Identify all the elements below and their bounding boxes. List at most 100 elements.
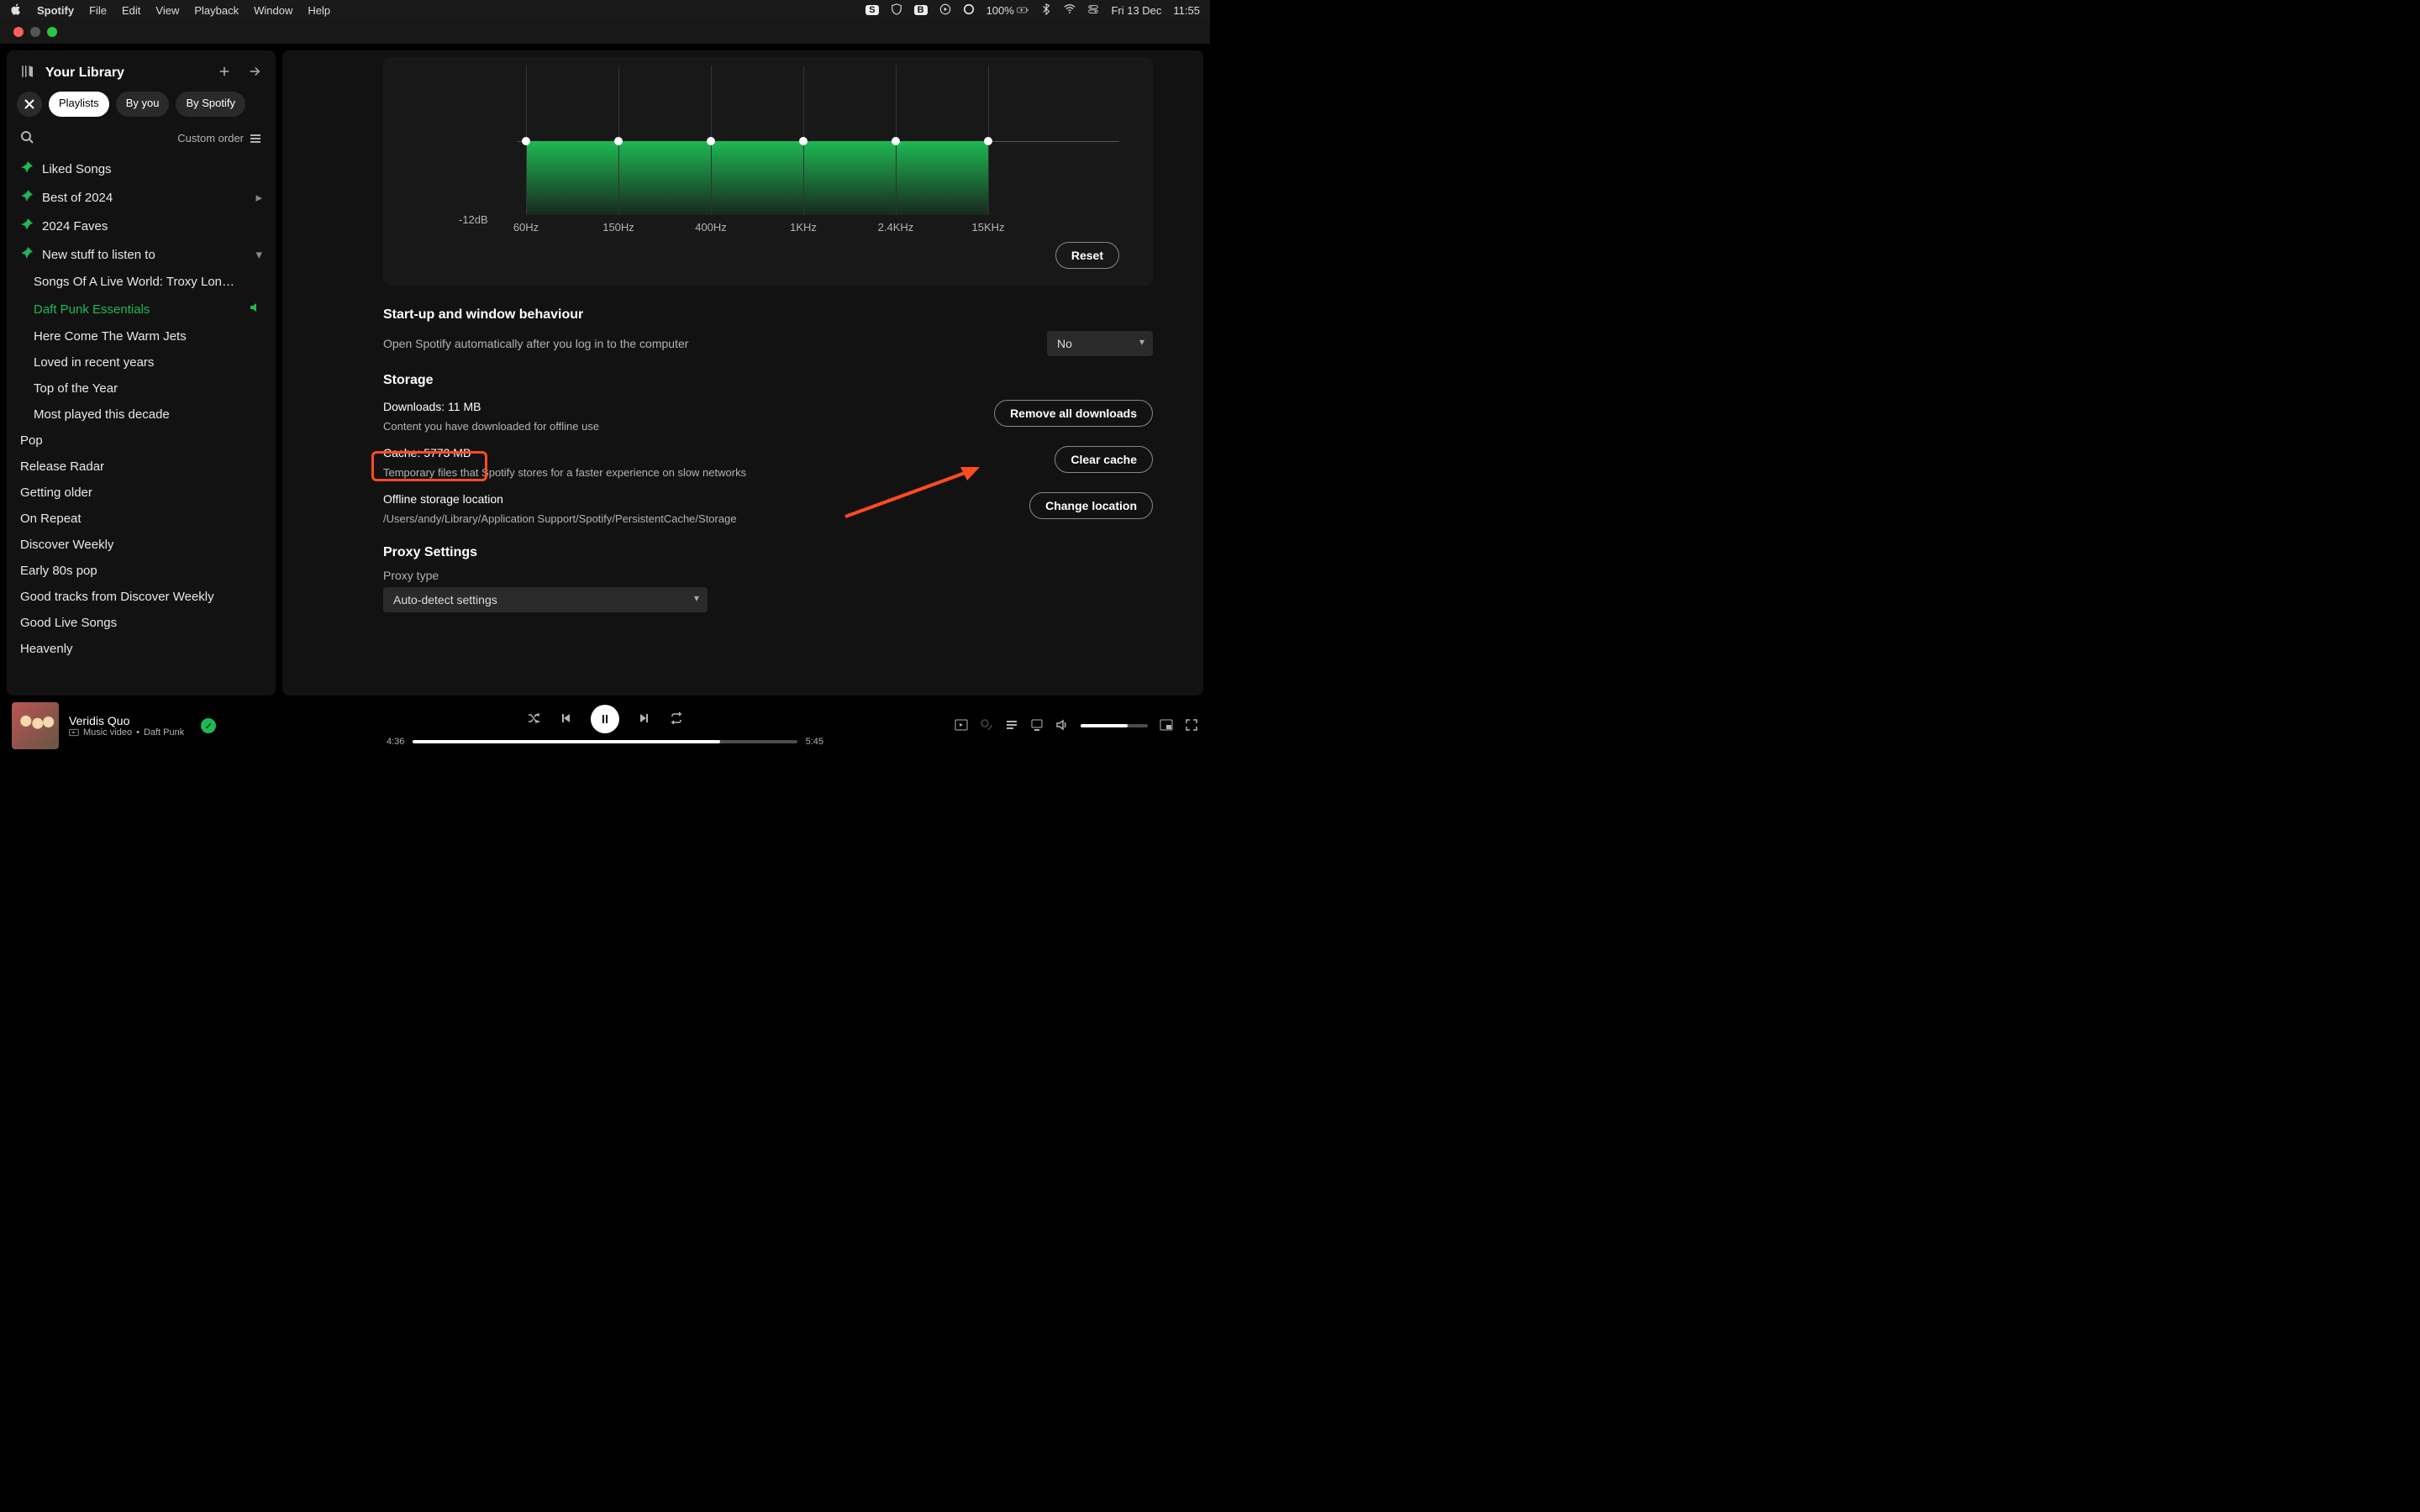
- next-button[interactable]: [638, 711, 651, 727]
- create-playlist-button[interactable]: [217, 64, 232, 81]
- sidebar-item-label: Most played this decade: [34, 407, 170, 422]
- menu-view[interactable]: View: [155, 4, 179, 17]
- music-video-icon: [69, 727, 79, 738]
- sidebar-item-label: On Repeat: [20, 512, 82, 526]
- library-list: Liked Songs Best of 2024▸ 2024 Faves New st…: [17, 155, 266, 696]
- sidebar-item[interactable]: Release Radar: [17, 454, 266, 480]
- search-library-button[interactable]: [20, 130, 34, 146]
- remove-downloads-button[interactable]: Remove all downloads: [994, 400, 1153, 427]
- eq-band-handle[interactable]: [984, 137, 992, 145]
- connect-device-button[interactable]: [1030, 718, 1044, 734]
- change-location-button[interactable]: Change location: [1029, 492, 1153, 519]
- now-playing-view-button[interactable]: [955, 718, 968, 734]
- filter-byyou-chip[interactable]: By you: [116, 92, 170, 117]
- track-artist[interactable]: Daft Punk: [144, 727, 184, 738]
- proxy-type-select[interactable]: Auto-detect settings: [383, 587, 708, 612]
- sidebar-item[interactable]: Getting older: [17, 480, 266, 506]
- play-circle-icon[interactable]: [939, 3, 951, 18]
- menubar-app-b-icon[interactable]: B: [914, 5, 928, 15]
- bluetooth-icon[interactable]: [1040, 3, 1052, 18]
- menu-help[interactable]: Help: [308, 4, 330, 17]
- control-center-icon[interactable]: [1087, 3, 1099, 18]
- album-art[interactable]: [12, 702, 59, 749]
- library-icon[interactable]: [20, 64, 35, 81]
- startup-select[interactable]: No: [1047, 331, 1153, 356]
- filter-playlists-chip[interactable]: Playlists: [49, 92, 109, 117]
- saved-check-icon[interactable]: ✓: [201, 718, 216, 733]
- eq-freq-label: 400Hz: [695, 221, 727, 234]
- sidebar-item[interactable]: Here Come The Warm Jets: [17, 323, 266, 349]
- volume-button[interactable]: [1055, 718, 1069, 734]
- clear-filter-button[interactable]: [17, 92, 42, 117]
- eq-band-handle[interactable]: [892, 137, 900, 145]
- sidebar-item-label: New stuff to listen to: [42, 248, 155, 262]
- fullscreen-button[interactable]: [1185, 718, 1198, 734]
- window-minimize-button[interactable]: [30, 27, 40, 37]
- sidebar-item-label: Release Radar: [20, 459, 104, 474]
- menu-playback[interactable]: Playback: [194, 4, 239, 17]
- show-more-button[interactable]: [247, 64, 262, 81]
- sidebar-item[interactable]: Good Live Songs: [17, 610, 266, 636]
- sidebar-item-label: Liked Songs: [42, 162, 112, 176]
- sidebar-item[interactable]: Loved in recent years: [17, 349, 266, 375]
- seek-slider[interactable]: [413, 740, 797, 743]
- chevron-down-icon: ▾: [255, 247, 262, 262]
- battery-status[interactable]: 100%: [986, 4, 1029, 17]
- eq-freq-label: 1KHz: [790, 221, 817, 234]
- miniplayer-button[interactable]: [1160, 718, 1173, 734]
- eq-reset-button[interactable]: Reset: [1055, 242, 1119, 269]
- track-title[interactable]: Veridis Quo: [69, 714, 184, 727]
- app-menu[interactable]: Spotify: [37, 4, 74, 17]
- sidebar-item[interactable]: Daft Punk Essentials: [17, 295, 266, 323]
- play-pause-button[interactable]: [591, 705, 619, 733]
- shuffle-button[interactable]: [527, 711, 540, 727]
- queue-button[interactable]: [1005, 718, 1018, 734]
- circle-icon[interactable]: [963, 3, 975, 18]
- sidebar-item-label: Here Come The Warm Jets: [34, 329, 187, 344]
- sidebar-item[interactable]: Heavenly: [17, 636, 266, 662]
- startup-section: Start-up and window behaviour Open Spoti…: [383, 307, 1153, 356]
- eq-y-label: -12dB: [459, 213, 488, 226]
- repeat-button[interactable]: [670, 711, 683, 727]
- lyrics-button[interactable]: [980, 718, 993, 734]
- sidebar-item[interactable]: Early 80s pop: [17, 558, 266, 584]
- menu-edit[interactable]: Edit: [122, 4, 140, 17]
- sidebar-item[interactable]: 2024 Faves: [17, 212, 266, 240]
- menu-file[interactable]: File: [89, 4, 107, 17]
- sidebar-item[interactable]: Top of the Year: [17, 375, 266, 402]
- volume-slider[interactable]: [1081, 724, 1148, 727]
- clear-cache-button[interactable]: Clear cache: [1055, 446, 1153, 473]
- eq-band-handle[interactable]: [707, 137, 715, 145]
- menubar-time[interactable]: 11:55: [1173, 4, 1200, 17]
- sidebar-item-label: Top of the Year: [34, 381, 118, 396]
- previous-button[interactable]: [559, 711, 572, 727]
- offline-location-path: /Users/andy/Library/Application Support/…: [383, 509, 1029, 528]
- elapsed-time: 4:36: [387, 737, 404, 747]
- sidebar-item[interactable]: Songs Of A Live World: Troxy Lon…: [17, 269, 266, 295]
- sidebar-item[interactable]: Best of 2024▸: [17, 183, 266, 212]
- sidebar-item[interactable]: Good tracks from Discover Weekly: [17, 584, 266, 610]
- wifi-icon[interactable]: [1064, 3, 1076, 18]
- eq-band-handle[interactable]: [614, 137, 623, 145]
- sidebar-item[interactable]: Discover Weekly: [17, 532, 266, 558]
- menubar-app-s-icon[interactable]: S: [865, 5, 878, 15]
- sort-order-button[interactable]: Custom order: [177, 132, 262, 145]
- menubar-date[interactable]: Fri 13 Dec: [1111, 4, 1161, 17]
- window-zoom-button[interactable]: [47, 27, 57, 37]
- apple-menu-icon[interactable]: [10, 3, 22, 18]
- sidebar-item-label: Heavenly: [20, 642, 73, 656]
- eq-band-handle[interactable]: [522, 137, 530, 145]
- shield-icon[interactable]: [891, 3, 902, 18]
- window-close-button[interactable]: [13, 27, 24, 37]
- filter-byspotify-chip[interactable]: By Spotify: [176, 92, 245, 117]
- pin-icon: [20, 218, 34, 234]
- sidebar-item[interactable]: Liked Songs: [17, 155, 266, 183]
- menu-window[interactable]: Window: [254, 4, 292, 17]
- storage-heading: Storage: [383, 373, 1153, 388]
- sidebar-item-label: 2024 Faves: [42, 219, 108, 234]
- sidebar-item[interactable]: On Repeat: [17, 506, 266, 532]
- eq-band-handle[interactable]: [799, 137, 808, 145]
- sidebar-item[interactable]: New stuff to listen to ▾: [17, 240, 266, 269]
- sidebar-item[interactable]: Pop: [17, 428, 266, 454]
- sidebar-item[interactable]: Most played this decade: [17, 402, 266, 428]
